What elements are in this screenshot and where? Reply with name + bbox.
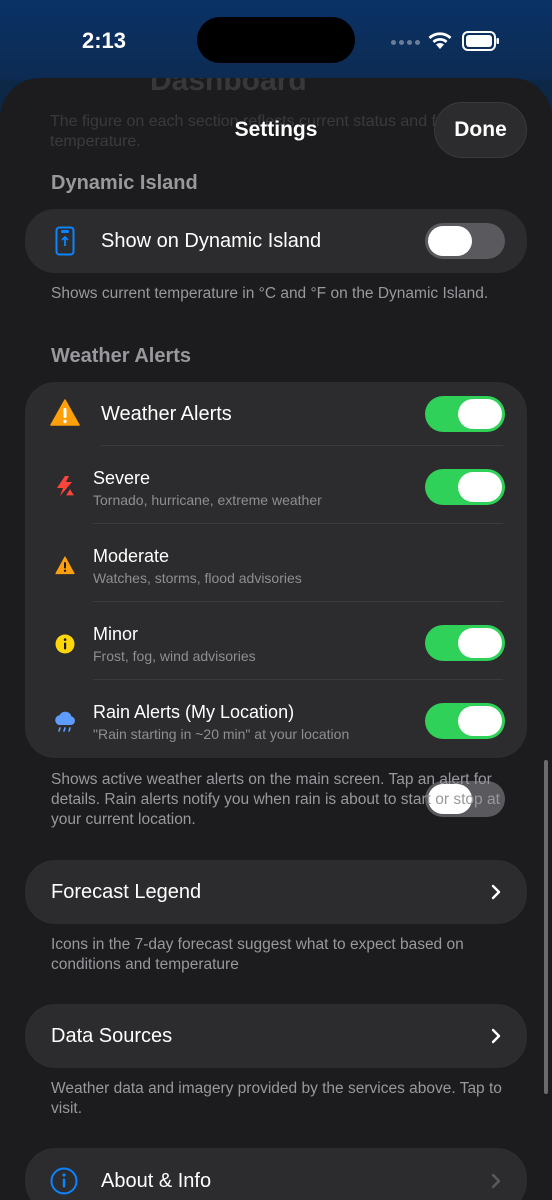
background-title: Dashboard [150, 78, 307, 97]
divider [93, 523, 503, 524]
battery-icon [462, 31, 499, 51]
forecast-legend-row[interactable]: Forecast Legend [25, 860, 527, 924]
rain-cloud-icon [55, 711, 75, 732]
weather-alerts-main-label: Weather Alerts [101, 403, 232, 425]
data-sources-label: Data Sources [51, 1025, 173, 1047]
info-icon [50, 1167, 78, 1195]
dynamic-island-group: Show on Dynamic Island [25, 209, 527, 273]
warning-triangle-icon [50, 399, 80, 426]
rain-alert-title: Rain Alerts (My Location) [93, 702, 295, 722]
minor-alert-toggle[interactable] [425, 703, 505, 739]
weather-alerts-section-header: Weather Alerts [51, 345, 192, 367]
info-circle-icon [55, 634, 75, 654]
minor-alert-title: Minor [93, 624, 139, 644]
weather-alerts-group: Weather Alerts Severe Tornado, hurricane… [25, 382, 527, 817]
data-sources-footer: Weather data and imagery provided by the… [51, 1080, 502, 1117]
about-info-row[interactable]: About & Info [25, 1148, 527, 1200]
divider [101, 445, 503, 446]
moderate-alert-subtitle: Watches, storms, flood advisories [93, 570, 302, 586]
weather-alerts-main-toggle[interactable] [425, 396, 505, 432]
phone-icon [55, 226, 75, 256]
dynamic-island-footer: Shows current temperature in °C and °F o… [51, 285, 489, 302]
data-sources-row[interactable]: Data Sources [25, 1004, 527, 1068]
dynamic-island [197, 17, 355, 63]
dynamic-island-toggle[interactable] [425, 223, 505, 259]
dynamic-island-section-header: Dynamic Island [51, 172, 198, 194]
chevron-right-icon [491, 1173, 501, 1189]
moderate-alert-toggle[interactable] [425, 625, 505, 661]
cellular-signal-icon [391, 40, 420, 45]
severe-alert-title: Severe [93, 468, 151, 488]
status-bar: 2:13 [0, 0, 552, 80]
status-time: 2:13 [82, 28, 127, 53]
minor-alert-subtitle: Frost, fog, wind advisories [93, 648, 256, 664]
done-button[interactable]: Done [434, 102, 527, 158]
forecast-legend-footer: Icons in the 7-day forecast suggest what… [51, 936, 464, 973]
forecast-legend-label: Forecast Legend [51, 881, 202, 903]
show-on-dynamic-island-label: Show on Dynamic Island [101, 230, 322, 252]
severe-alert-subtitle: Tornado, hurricane, extreme weather [93, 492, 322, 508]
moderate-alert-title: Moderate [93, 546, 170, 566]
severe-weather-icon [57, 476, 76, 497]
warning-triangle-icon [55, 556, 75, 575]
rain-alert-subtitle: "Rain starting in ~20 min" at your locat… [93, 726, 350, 742]
about-info-label: About & Info [101, 1170, 212, 1192]
chevron-right-icon [491, 1028, 501, 1044]
divider [93, 601, 503, 602]
scrollbar[interactable] [544, 760, 548, 1094]
divider [93, 679, 503, 680]
severe-alert-toggle[interactable] [425, 469, 505, 505]
settings-sheet: Dashboard The figure on each section ref… [0, 78, 552, 1200]
wifi-icon [428, 32, 452, 49]
chevron-right-icon [491, 884, 501, 900]
weather-alerts-footer: Shows active weather alerts on the main … [51, 771, 500, 828]
